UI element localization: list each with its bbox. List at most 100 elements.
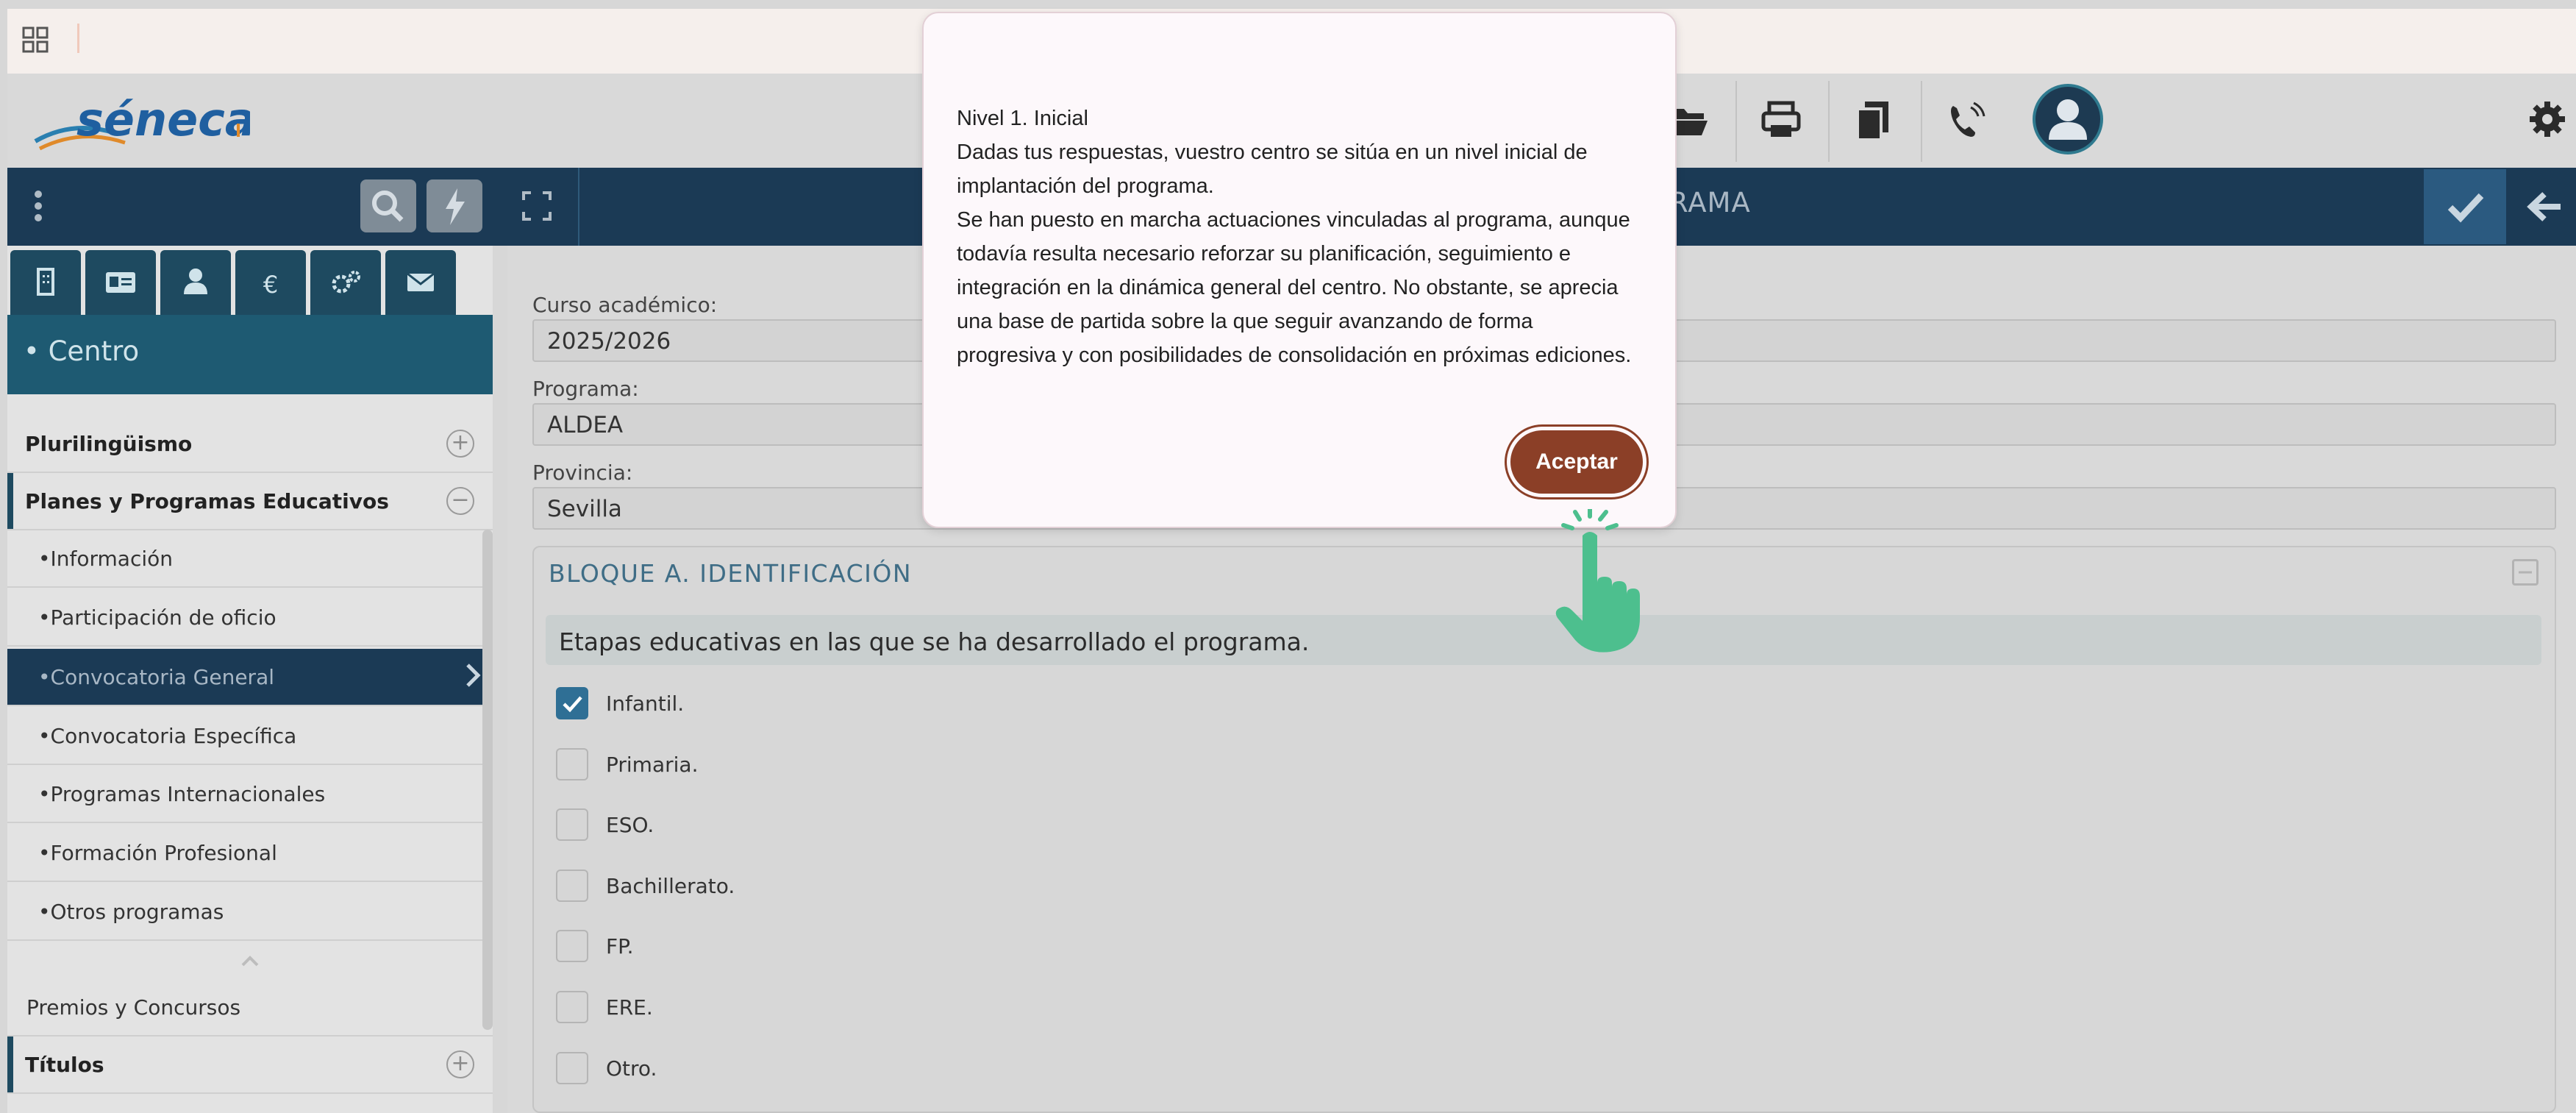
dialog-line: Nivel 1. Inicial (957, 107, 1088, 130)
header-separator (1828, 81, 1830, 162)
dialog-line: integración en la dinámica general del c… (957, 276, 1619, 299)
sidebar-item-label: Planes y Programas Educativos (25, 489, 389, 513)
option-label: Otro. (606, 1056, 657, 1081)
quick-access-button[interactable] (427, 179, 482, 232)
checkbox[interactable] (556, 1052, 588, 1084)
vertical-dots-menu-icon[interactable] (29, 184, 47, 228)
tab-centro[interactable] (10, 250, 81, 315)
expand-plus-icon[interactable]: + (446, 1050, 474, 1078)
sidebar-item-label: •Información (38, 547, 174, 571)
curso-label: Curso académico: (532, 293, 718, 317)
dialog-line: implantación del programa. (957, 174, 1214, 198)
seneca-logo[interactable]: séneca (29, 90, 250, 156)
tab-finance[interactable]: € (235, 250, 306, 315)
checkbox[interactable] (556, 748, 588, 780)
chevron-right-icon (466, 664, 481, 687)
expand-plus-icon[interactable]: + (446, 430, 474, 458)
sidebar-item-label: Plurilingüismo (25, 432, 193, 456)
print-icon[interactable] (1759, 99, 1803, 143)
tab-staff[interactable] (160, 250, 231, 315)
sidebar-item-convocatoria-especifica[interactable]: •Convocatoria Específica (7, 708, 493, 765)
sidebar-item-formacion-profesional[interactable]: •Formación Profesional (7, 825, 493, 882)
sidebar-item-label: Premios y Concursos (26, 995, 241, 1020)
option-label: Infantil. (606, 691, 685, 716)
sidebar-item-label: •Formación Profesional (38, 841, 277, 865)
scroll-up-button[interactable] (7, 945, 493, 977)
sidebar-item-label: •Programas Internacionales (38, 782, 326, 806)
option-label: ERE. (606, 995, 653, 1020)
user-avatar[interactable] (2033, 84, 2103, 154)
phone-icon[interactable] (1944, 99, 1988, 143)
programa-label: Programa: (532, 377, 639, 401)
option-label: Primaria. (606, 753, 699, 777)
active-accent (7, 473, 13, 529)
accept-button[interactable]: Aceptar (1507, 427, 1646, 497)
sidebar-section-title: • Centro (24, 335, 140, 367)
back-button[interactable] (2515, 169, 2576, 244)
sidebar-item-programas-internacionales[interactable]: •Programas Internacionales (7, 766, 493, 823)
tab-identification[interactable] (85, 250, 156, 315)
option-label: ESO. (606, 813, 654, 837)
id-card-icon (106, 272, 135, 293)
collapse-minus-icon[interactable]: − (446, 487, 474, 515)
fullscreen-expand-icon[interactable] (515, 184, 559, 228)
sidebar-item-informacion[interactable]: •Información (7, 530, 493, 588)
confirm-button[interactable] (2424, 169, 2506, 244)
arrow-left-icon (2527, 192, 2561, 221)
header-separator (1921, 81, 1922, 162)
apps-grid-icon[interactable] (21, 25, 50, 54)
sidebar-item-titulos[interactable]: Títulos + (7, 1036, 493, 1094)
euro-icon: € (263, 271, 278, 299)
dialog-line: Se han puesto en marcha actuaciones vinc… (957, 208, 1630, 232)
settings-gear-icon[interactable] (2527, 99, 2568, 140)
checkbox[interactable] (556, 870, 588, 902)
option-label: Bachillerato. (606, 874, 735, 898)
sidebar-item-label: •Participación de oficio (38, 605, 276, 630)
sidebar-scrollbar[interactable] (482, 530, 493, 1030)
checkbox[interactable] (556, 808, 588, 841)
teacher-icon (184, 269, 207, 294)
sidebar-toolbar (7, 168, 493, 246)
checkbox-checked[interactable] (556, 687, 588, 719)
curso-value: 2025/2026 (547, 328, 671, 355)
provincia-label: Provincia: (532, 461, 633, 485)
sidebar-item-otros-programas[interactable]: •Otros programas (7, 883, 493, 941)
sidebar-item-participacion-oficio[interactable]: •Participación de oficio (7, 589, 493, 647)
divider (578, 168, 579, 246)
programa-value: ALDEA (547, 412, 624, 438)
divider (77, 24, 79, 53)
sidebar-item-premios-concursos[interactable]: Premios y Concursos (7, 979, 493, 1036)
lightning-bolt-icon (446, 188, 465, 225)
question-text: Etapas educativas en las que se ha desar… (559, 627, 1310, 656)
envelope-icon (407, 272, 435, 291)
gears-icon (332, 271, 360, 294)
copy-document-icon[interactable] (1852, 99, 1896, 143)
sidebar-item-label: •Convocatoria Específica (38, 724, 297, 748)
sidebar-item-plurilinguismo[interactable]: Plurilingüismo + (7, 416, 493, 473)
chevron-up-icon (241, 956, 259, 967)
sidebar-item-label: •Convocatoria General (38, 665, 275, 689)
checkbox[interactable] (556, 930, 588, 962)
active-accent (7, 1036, 13, 1092)
sidebar-item-planes-programas[interactable]: Planes y Programas Educativos − (7, 473, 493, 530)
tab-settings[interactable] (310, 250, 381, 315)
dialog-line: todavía resulta necesario reforzar su pl… (957, 242, 1571, 266)
header-separator (1735, 81, 1737, 162)
search-icon (372, 191, 404, 222)
page-title: RAMA (1669, 187, 1751, 218)
collapse-panel-icon[interactable] (2512, 559, 2538, 586)
dialog-line: progresiva y con posibilidades de consol… (957, 344, 1632, 367)
sidebar-item-label: •Otros programas (38, 900, 224, 924)
checkbox[interactable] (556, 991, 588, 1023)
logo-text: séneca (76, 93, 250, 146)
option-label: FP. (606, 934, 634, 959)
sidebar-item-convocatoria-general[interactable]: •Convocatoria General (7, 649, 493, 706)
dialog-line: una base de partida sobre la que seguir … (957, 310, 1533, 333)
bloque-title: BLOQUE A. IDENTIFICACIÓN (549, 559, 913, 588)
checkmark-icon (563, 696, 582, 713)
tab-messages[interactable] (385, 250, 456, 315)
search-button[interactable] (360, 179, 416, 232)
sidebar-item-label: Títulos (25, 1053, 104, 1077)
svg-text:€: € (263, 271, 278, 299)
dialog-line: Dadas tus respuestas, vuestro centro se … (957, 141, 1588, 164)
